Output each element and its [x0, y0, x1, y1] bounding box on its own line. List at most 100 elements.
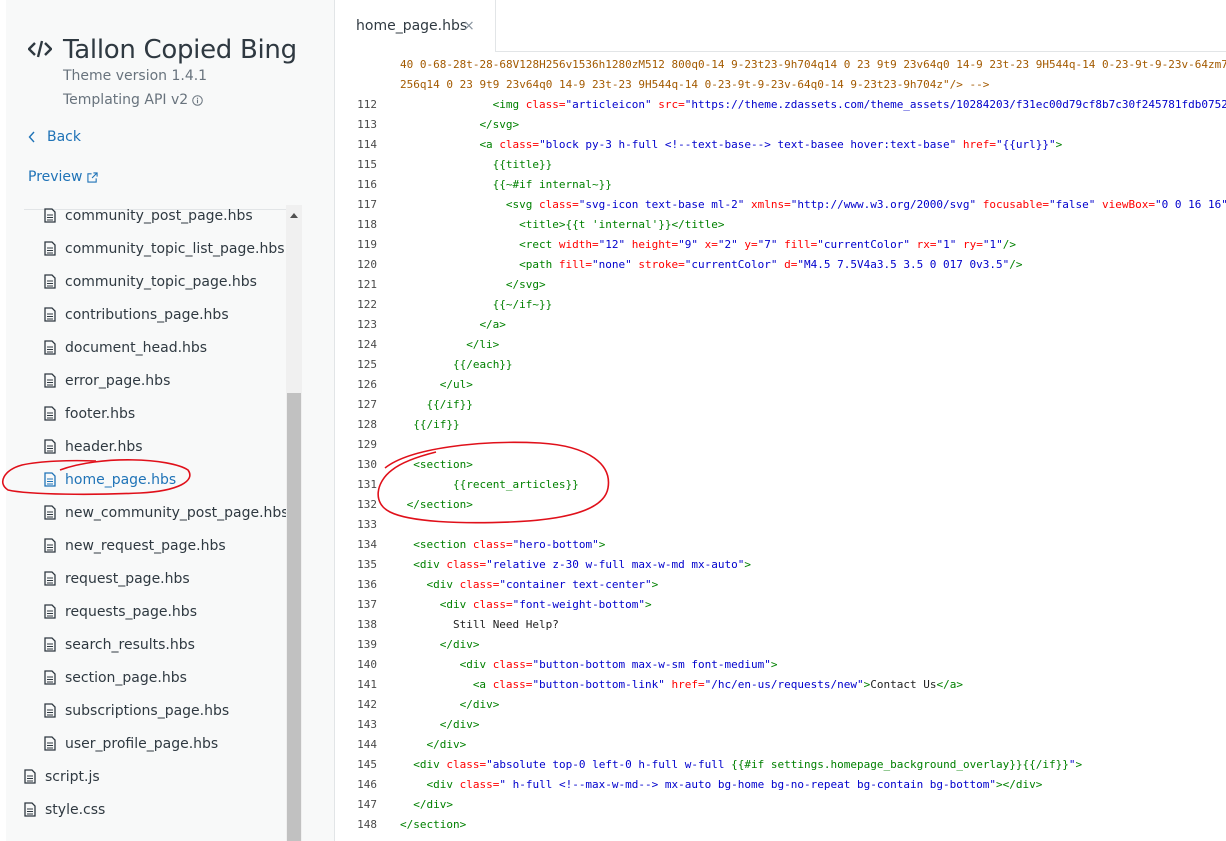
file-item[interactable]: user_profile_page.hbs [44, 727, 218, 760]
line-number: 146 [357, 778, 377, 791]
file-name: header.hbs [65, 438, 143, 455]
theme-name: Tallon Copied Bing [63, 35, 297, 65]
code-line: 113 </svg> [335, 115, 1226, 135]
code-token: {{title}} [492, 158, 553, 171]
file-item[interactable]: footer.hbs [44, 397, 135, 430]
code-text: {{/if}} [426, 395, 472, 415]
file-icon [24, 769, 36, 784]
line-number: 132 [357, 498, 377, 511]
code-token: > [1055, 138, 1063, 151]
file-name: footer.hbs [65, 405, 136, 422]
code-token: "https://theme.zdassets.com/theme_assets… [684, 98, 1226, 111]
code-token: class= [499, 138, 540, 151]
info-icon[interactable] [192, 94, 203, 106]
code-text: <div class="button-bottom max-w-sm font-… [460, 655, 778, 675]
scrollbar-thumb[interactable] [287, 393, 301, 841]
file-item[interactable]: new_community_post_page.hbs [44, 496, 289, 529]
file-name: requests_page.hbs [65, 603, 197, 620]
file-item[interactable]: home_page.hbs [44, 463, 176, 496]
file-item[interactable]: requests_page.hbs [44, 595, 197, 628]
scroll-up-arrow-icon[interactable] [290, 213, 298, 218]
code-token: {{recent_articles}} [452, 478, 579, 491]
code-text: </ul> [440, 375, 473, 395]
line-number: 117 [357, 198, 377, 211]
file-item[interactable]: section_page.hbs [44, 661, 187, 694]
file-item[interactable]: script.js [24, 760, 100, 793]
code-token: {{~/if~}} [492, 298, 553, 311]
tab-close-icon[interactable]: × [463, 18, 475, 34]
file-item[interactable]: error_page.hbs [44, 364, 170, 397]
code-line: 112 <img class="articleicon" src="https:/… [335, 95, 1226, 115]
code-token: class= [492, 678, 533, 691]
code-line: 134 <section class="hero-bottom"> [335, 535, 1226, 555]
code-line: 126 </ul> [335, 375, 1226, 395]
code-text: </div> [426, 735, 466, 755]
code-token: class= [472, 538, 513, 551]
code-text: <div class="relative z-30 w-full max-w-m… [413, 555, 751, 575]
tab-home-page[interactable]: home_page.hbs × [335, 0, 496, 52]
code-token: </div> [439, 718, 480, 731]
file-name: script.js [45, 768, 100, 785]
back-link[interactable]: Back [28, 129, 81, 145]
code-token: {{#if settings.homepage_background_overl… [731, 758, 1069, 771]
file-icon [44, 340, 56, 355]
code-token: > [645, 598, 652, 611]
file-name: search_results.hbs [65, 636, 195, 653]
file-item[interactable]: header.hbs [44, 430, 143, 463]
code-token: "hero-bottom" [512, 538, 599, 551]
code-line: 116 {{~#if internal~}} [335, 175, 1226, 195]
code-token: x= [704, 238, 718, 251]
templating-api-label: Templating API v2 [63, 92, 189, 108]
line-number: 136 [357, 578, 377, 591]
code-text: {{/if}} [413, 415, 459, 435]
file-item[interactable]: style.css [24, 793, 105, 826]
file-item[interactable]: new_request_page.hbs [44, 529, 226, 562]
code-text: <a class="block py-3 h-full <!--text-bas… [479, 135, 1062, 155]
code-line: 141 <a class="button-bottom-link" href="/… [335, 675, 1226, 695]
theme-sidebar: Tallon Copied Bing Theme version 1.4.1 T… [6, 0, 334, 841]
file-icon [44, 439, 56, 454]
code-token: {{/if}} [426, 398, 473, 411]
file-item[interactable]: document_head.hbs [44, 331, 207, 364]
code-editor[interactable]: 40 0-68-28t-28-68V128H256v1536h1280zM512… [335, 52, 1226, 841]
code-token: "12" [598, 238, 626, 251]
code-token: "font-weight-bottom" [512, 598, 646, 611]
file-name: user_profile_page.hbs [65, 735, 219, 752]
code-token: "M4.5 7.5V4a3.5 3.5 0 017 0v3.5" [797, 258, 1010, 271]
file-item[interactable]: contributions_page.hbs [44, 298, 229, 331]
file-item[interactable]: request_page.hbs [44, 562, 190, 595]
code-token: class= [446, 758, 487, 771]
code-token: class= [459, 578, 500, 591]
line-number: 143 [357, 718, 377, 731]
file-item[interactable]: community_topic_list_page.hbs [44, 232, 285, 265]
file-item[interactable]: community_topic_page.hbs [44, 265, 257, 298]
file-icon [44, 208, 56, 223]
code-token: {{~#if internal~}} [492, 178, 612, 191]
file-item[interactable]: subscriptions_page.hbs [44, 694, 229, 727]
code-token: </section> [406, 498, 473, 511]
line-number: 137 [357, 598, 377, 611]
code-token: height= [631, 238, 679, 251]
file-name: style.css [45, 801, 106, 818]
code-line: 127 {{/if}} [335, 395, 1226, 415]
code-text: <a class="button-bottom-link" href="/hc/… [473, 675, 963, 695]
code-token: class= [492, 658, 533, 671]
file-item[interactable]: community_post_page.hbs [44, 205, 253, 232]
code-token: src= [658, 98, 685, 111]
code-token: "{{url}}" [996, 138, 1056, 151]
code-line: 118 <title>{{t 'internal'}}</title> [335, 215, 1226, 235]
code-token: <title> [519, 218, 566, 231]
preview-link[interactable]: Preview [28, 169, 98, 185]
file-name: subscriptions_page.hbs [65, 702, 230, 719]
code-line: 124 </li> [335, 335, 1226, 355]
line-number: 140 [357, 658, 377, 671]
code-text: <path fill="none" stroke="currentColor" … [519, 255, 1022, 275]
code-token: "1" [936, 238, 957, 251]
file-item[interactable]: search_results.hbs [44, 628, 195, 661]
line-number: 113 [357, 118, 377, 131]
line-number: 129 [357, 438, 377, 451]
